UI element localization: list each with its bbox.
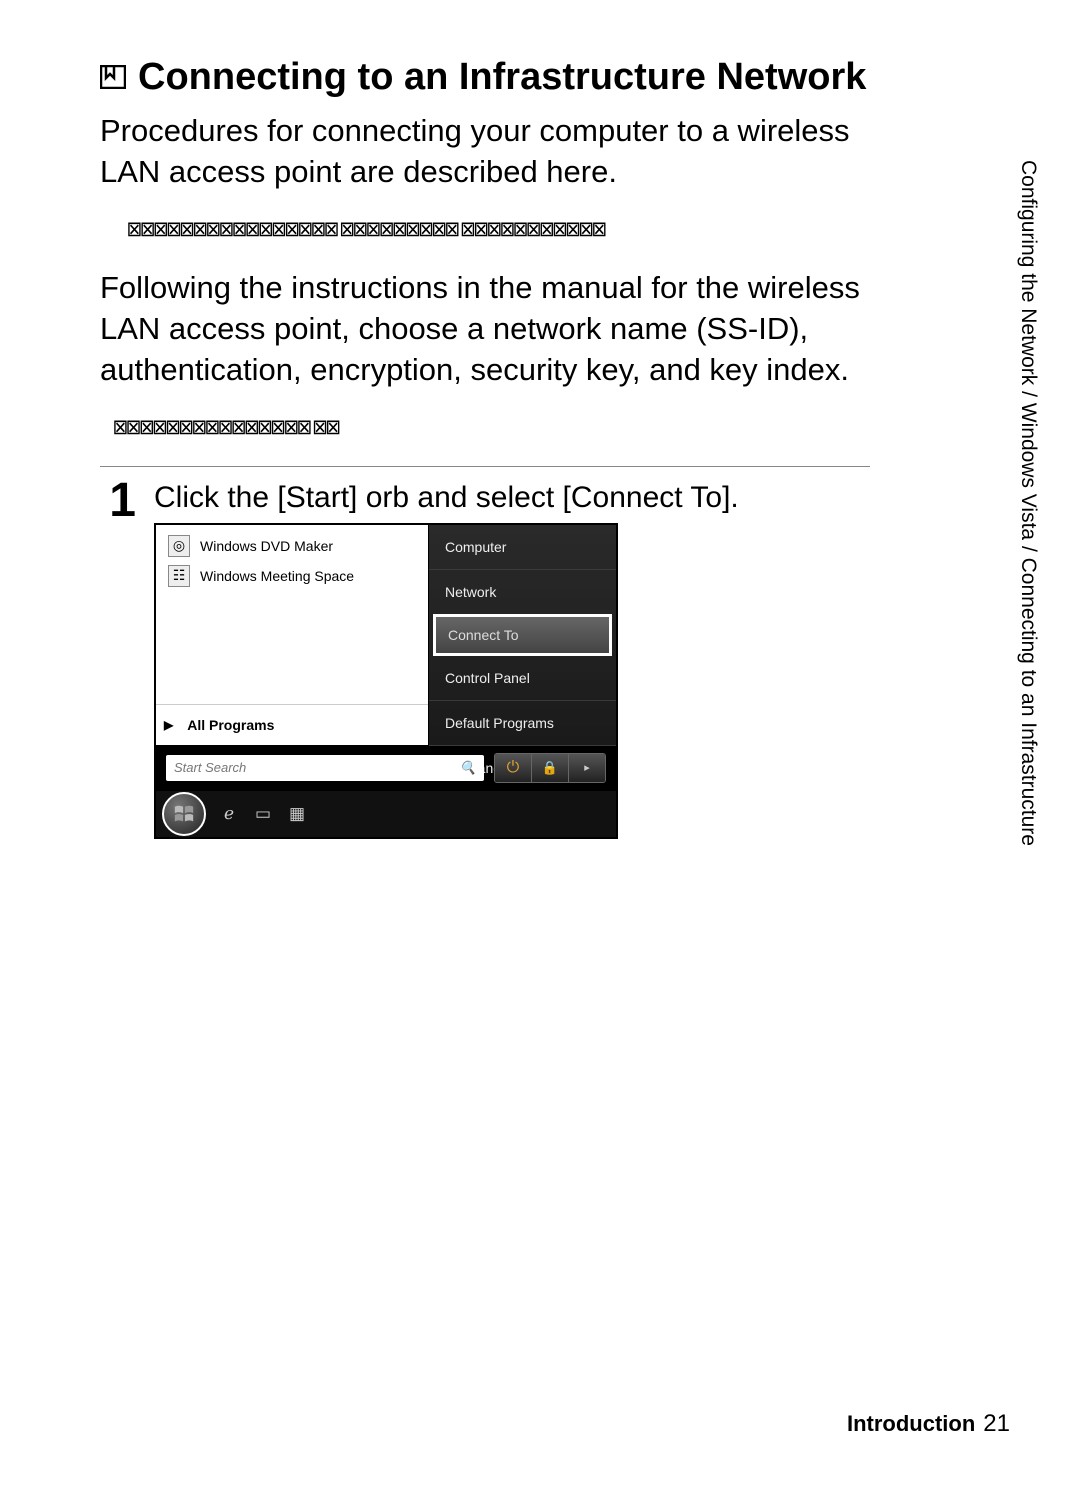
- start-orb[interactable]: [162, 792, 206, 836]
- start-menu-screenshot: ◎ Windows DVD Maker ☷ Windows Meeting Sp…: [154, 523, 618, 839]
- right-item-computer[interactable]: Computer: [429, 525, 616, 569]
- page-footer: Introduction 21: [847, 1410, 1010, 1438]
- power-options-button[interactable]: ▸: [568, 754, 605, 782]
- program-item-meeting-space[interactable]: ☷ Windows Meeting Space: [164, 561, 420, 591]
- chevron-right-icon: ▸: [584, 761, 590, 774]
- redacted-subheading-1: ⊠⊠⊠⊠⊠⊠⊠⊠⊠⊠⊠⊠⊠⊠⊠⊠ ⊠⊠⊠⊠⊠⊠⊠⊠⊠ ⊠⊠⊠⊠⊠⊠⊠⊠⊠⊠⊠: [100, 217, 1020, 242]
- instructions-paragraph: Following the instructions in the manual…: [100, 268, 880, 391]
- bookmark-icon: [100, 56, 126, 99]
- lock-button[interactable]: 🔒: [531, 754, 568, 782]
- program-item-dvd-maker[interactable]: ◎ Windows DVD Maker: [164, 531, 420, 561]
- footer-page-number: 21: [983, 1410, 1010, 1437]
- search-placeholder: Start Search: [174, 760, 246, 775]
- taskbar-ie-icon[interactable]: ℯ: [218, 804, 240, 824]
- power-icon: ⏻: [507, 759, 520, 777]
- step-text: Click the [Start] orb and select [Connec…: [154, 481, 1020, 515]
- lock-icon: 🔒: [542, 760, 558, 776]
- all-programs-label: All Programs: [187, 717, 274, 733]
- power-button[interactable]: ⏻: [495, 754, 531, 782]
- program-label: Windows DVD Maker: [200, 538, 333, 554]
- dvd-maker-icon: ◎: [168, 535, 190, 557]
- windows-logo-icon: [173, 803, 195, 825]
- search-icon: 🔍: [460, 760, 476, 776]
- connect-to-highlighted[interactable]: Connect To: [433, 614, 612, 656]
- page-heading: Connecting to an Infrastructure Network: [100, 56, 1020, 99]
- right-item-network[interactable]: Network: [429, 569, 616, 614]
- all-programs-button[interactable]: ▶ All Programs: [156, 704, 428, 745]
- program-label: Windows Meeting Space: [200, 568, 354, 584]
- taskbar-media-icon[interactable]: ▦: [286, 804, 308, 824]
- right-item-control-panel[interactable]: Control Panel: [429, 656, 616, 700]
- chevron-right-icon: ▶: [164, 718, 173, 732]
- vertical-breadcrumb: Configuring the Network / Windows Vista …: [1016, 160, 1046, 930]
- meeting-space-icon: ☷: [168, 565, 190, 587]
- footer-section: Introduction: [847, 1411, 975, 1436]
- step-number: 1: [100, 477, 136, 525]
- divider: [100, 466, 870, 467]
- redacted-subheading-2: ⊠⊠⊠⊠⊠⊠⊠⊠⊠⊠⊠⊠⊠⊠⊠ ⊠⊠: [100, 415, 1020, 440]
- start-search-input[interactable]: Start Search 🔍: [166, 755, 484, 781]
- taskbar: ℯ ▭ ▦: [156, 791, 616, 837]
- taskbar-window-icon[interactable]: ▭: [252, 804, 274, 824]
- heading-text: Connecting to an Infrastructure Network: [138, 56, 866, 98]
- intro-paragraph: Procedures for connecting your computer …: [100, 111, 880, 193]
- right-item-default-programs[interactable]: Default Programs: [429, 700, 616, 745]
